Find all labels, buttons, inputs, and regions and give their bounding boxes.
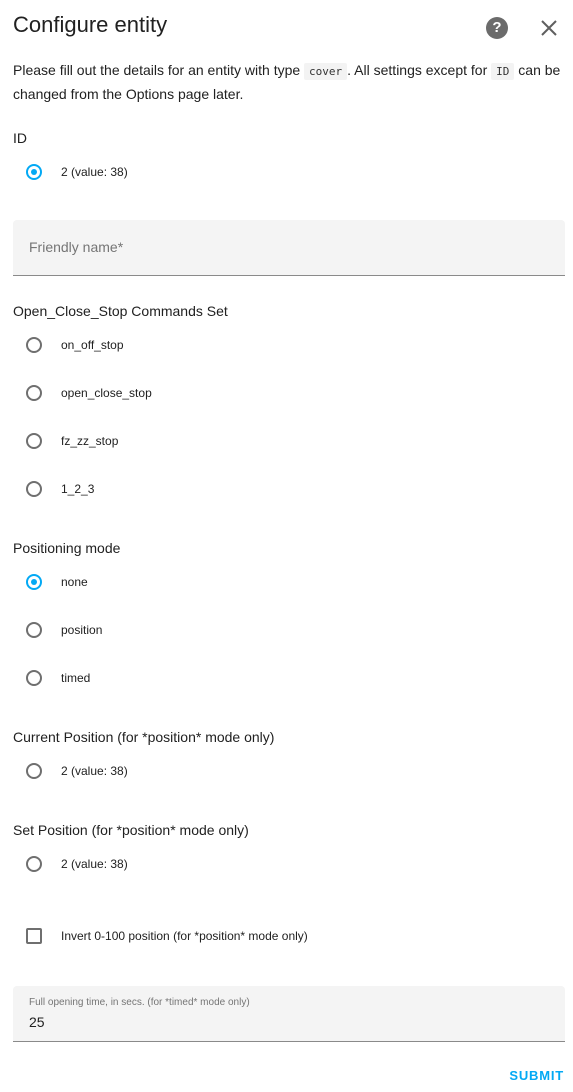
id-section-label: ID [13,130,27,146]
id-option-radio[interactable] [26,164,42,180]
friendly-name-placeholder: Friendly name* [29,239,124,255]
positioning-option-radio[interactable] [26,574,42,590]
commands-option-label: 1_2_3 [61,482,95,496]
positioning-option-label: position [61,623,103,637]
positioning-option-position[interactable]: position [26,618,102,642]
commands-option-radio[interactable] [26,481,42,497]
id-option[interactable]: 2 (value: 38) [26,160,128,184]
commands-option-1-2-3[interactable]: 1_2_3 [26,477,94,501]
positioning-option-none[interactable]: none [26,570,88,594]
current-position-section-label: Current Position (for *position* mode on… [13,729,275,745]
opening-time-value: 25 [29,1014,45,1030]
commands-section-label: Open_Close_Stop Commands Set [13,303,228,319]
positioning-section-label: Positioning mode [13,540,121,556]
commands-option-radio[interactable] [26,385,42,401]
description-text-1: Please fill out the details for an entit… [13,62,305,78]
dialog-description: Please fill out the details for an entit… [13,59,563,105]
description-text-2: . All settings except for [347,62,492,78]
set-position-option-label: 2 (value: 38) [61,857,128,871]
close-icon[interactable] [538,17,560,39]
help-circle-icon[interactable]: ? [486,17,508,39]
commands-option-label: on_off_stop [61,338,124,352]
current-position-option-label: 2 (value: 38) [61,764,128,778]
invert-position-label: Invert 0-100 position (for *position* mo… [61,929,308,943]
commands-option-open-close-stop[interactable]: open_close_stop [26,381,152,405]
locked-field-code: ID [491,63,515,80]
set-position-option[interactable]: 2 (value: 38) [26,852,128,876]
invert-position-checkbox[interactable]: Invert 0-100 position (for *position* mo… [26,924,308,948]
invert-position-checkbox-box[interactable] [26,928,42,944]
friendly-name-field[interactable]: Friendly name* [13,220,565,276]
positioning-option-radio[interactable] [26,622,42,638]
current-position-option[interactable]: 2 (value: 38) [26,759,128,783]
positioning-option-timed[interactable]: timed [26,666,90,690]
commands-option-on-off-stop[interactable]: on_off_stop [26,333,124,357]
id-option-label: 2 (value: 38) [61,165,128,179]
commands-option-radio[interactable] [26,337,42,353]
positioning-option-label: timed [61,671,91,685]
opening-time-label: Full opening time, in secs. (for *timed*… [29,997,250,1008]
commands-option-fz-zz-stop[interactable]: fz_zz_stop [26,429,118,453]
set-position-section-label: Set Position (for *position* mode only) [13,822,249,838]
opening-time-field[interactable]: Full opening time, in secs. (for *timed*… [13,986,565,1042]
commands-option-radio[interactable] [26,433,42,449]
entity-type-code: cover [304,63,348,80]
positioning-option-label: none [61,575,88,589]
set-position-option-radio[interactable] [26,856,42,872]
commands-option-label: fz_zz_stop [61,434,119,448]
current-position-option-radio[interactable] [26,763,42,779]
submit-button[interactable]: SUBMIT [509,1068,564,1083]
positioning-option-radio[interactable] [26,670,42,686]
commands-option-label: open_close_stop [61,386,152,400]
dialog-title: Configure entity [13,12,168,37]
